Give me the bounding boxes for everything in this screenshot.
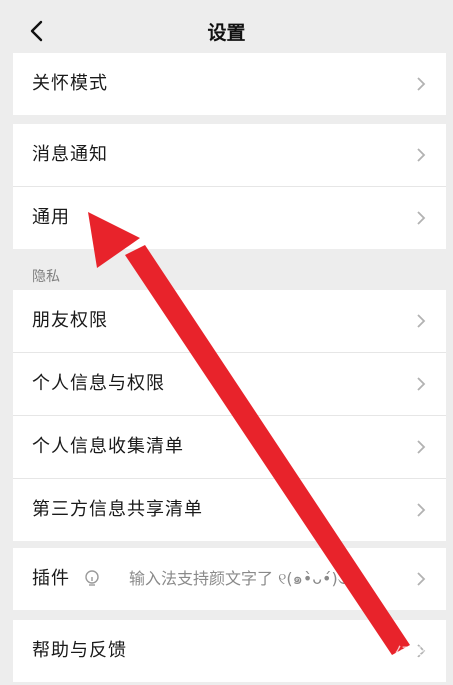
settings-item-friend-permissions[interactable]: 朋友权限 xyxy=(13,290,446,353)
item-label: 个人信息与权限 xyxy=(32,373,165,394)
lightbulb-icon xyxy=(85,570,99,586)
chevron-right-icon xyxy=(417,377,426,391)
chevron-right-icon xyxy=(417,211,426,225)
care-group: 关怀模式 xyxy=(13,53,446,115)
item-label: 消息通知 xyxy=(32,144,108,165)
settings-item-personal-info-permissions[interactable]: 个人信息与权限 xyxy=(13,353,446,416)
top-bar: 设置 xyxy=(0,0,453,60)
page-title: 设置 xyxy=(207,22,246,44)
item-label: 关怀模式 xyxy=(32,73,108,94)
privacy-group: 朋友权限 个人信息与权限 个人信息收集清单 第三方信息共享清单 xyxy=(13,290,446,541)
settings-item-personal-info-list[interactable]: 个人信息收集清单 xyxy=(13,416,446,479)
plugin-description: 输入法支持颜文字了 ୧(๑•̀ᴗ•́)૭ xyxy=(129,569,349,588)
item-label: 第三方信息共享清单 xyxy=(32,499,203,520)
item-label: 插件 xyxy=(32,568,70,589)
item-label: 通用 xyxy=(32,207,70,228)
settings-item-general[interactable]: 通用 xyxy=(13,187,446,249)
chevron-right-icon xyxy=(417,314,426,328)
chevron-right-icon xyxy=(417,148,426,162)
plugins-group: 插件 输入法支持颜文字了 ୧(๑•̀ᴗ•́)૭ xyxy=(13,548,446,610)
watermark: Bai 经验 xyxy=(356,645,433,666)
settings-item-care-mode[interactable]: 关怀模式 xyxy=(13,53,446,115)
item-label: 帮助与反馈 xyxy=(32,640,127,661)
chevron-right-icon xyxy=(417,77,426,91)
settings-item-plugins[interactable]: 插件 输入法支持颜文字了 ୧(๑•̀ᴗ•́)૭ xyxy=(13,548,446,610)
item-label: 个人信息收集清单 xyxy=(32,436,184,457)
section-label-privacy: 隐私 xyxy=(32,269,60,285)
general-group: 消息通知 通用 xyxy=(13,124,446,249)
item-label: 朋友权限 xyxy=(32,310,108,331)
settings-item-third-party-sharing[interactable]: 第三方信息共享清单 xyxy=(13,479,446,541)
chevron-right-icon xyxy=(417,503,426,517)
settings-item-notifications[interactable]: 消息通知 xyxy=(13,124,446,187)
chevron-right-icon xyxy=(417,572,426,586)
chevron-right-icon xyxy=(417,440,426,454)
